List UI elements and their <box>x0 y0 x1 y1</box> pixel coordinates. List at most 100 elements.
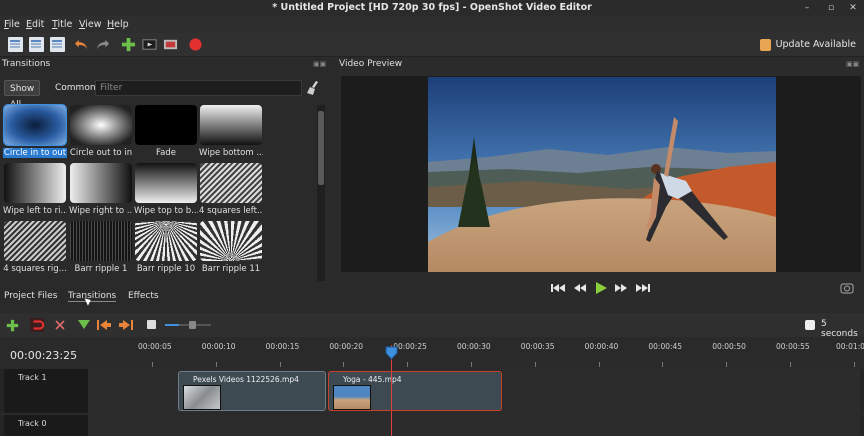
tab-effects[interactable]: Effects <box>128 291 159 301</box>
ruler-tick <box>471 362 472 367</box>
transitions-grid: Circle in to out Circle out to in Fade W… <box>3 104 315 281</box>
track-lane[interactable]: Pexels Videos 1122526.mp4 Yoga - 445.mp4 <box>88 369 860 413</box>
track-header[interactable]: Track 0 <box>4 415 88 436</box>
rewind-icon[interactable] <box>574 283 586 293</box>
transition-label: Circle out to in <box>69 148 133 158</box>
transition-label: Circle in to out <box>3 148 67 158</box>
transition-thumbnail <box>200 105 262 145</box>
transition-barr-ripple-1[interactable]: Barr ripple 1 <box>69 221 133 277</box>
restore-icon[interactable]: ▫ <box>824 2 838 14</box>
transition-wipe-left[interactable]: Wipe left to ri... <box>3 163 67 219</box>
profile-icon[interactable] <box>142 37 157 52</box>
transition-label: Barr ripple 1 <box>74 264 128 274</box>
dock-buttons[interactable]: ▣▣ <box>313 60 326 68</box>
ruler-tick <box>534 362 536 367</box>
clip-thumbnail <box>333 385 371 410</box>
scrollbar-thumb[interactable] <box>318 111 324 185</box>
transition-thumbnail <box>200 221 262 261</box>
title-bar: * Untitled Project [HD 720p 30 fps] - Op… <box>0 0 864 16</box>
common-button[interactable]: Common <box>50 80 101 96</box>
filter-input[interactable]: Filter <box>95 80 302 96</box>
update-label: Update Available <box>775 39 856 50</box>
ruler-tick <box>152 362 153 367</box>
update-icon <box>759 39 771 51</box>
ruler-tick-label: 00:01:0 <box>836 342 864 351</box>
export-icon[interactable] <box>188 37 203 52</box>
ruler-tick <box>343 362 345 367</box>
new-project-icon[interactable] <box>8 37 23 52</box>
zoom-slider-handle[interactable] <box>188 321 196 329</box>
transition-thumbnail <box>4 221 66 261</box>
menu-file-label: ile <box>8 19 20 30</box>
ruler-tick-label: 00:00:20 <box>329 342 364 351</box>
add-marker-icon[interactable] <box>78 320 90 330</box>
undo-icon[interactable] <box>74 37 89 52</box>
import-files-icon[interactable] <box>121 37 136 52</box>
previous-marker-icon[interactable] <box>97 319 111 331</box>
playhead-handle[interactable] <box>385 346 398 360</box>
transition-barr-ripple-11[interactable]: Barr ripple 11 <box>199 221 263 277</box>
show-all-button[interactable]: Show All <box>4 80 41 110</box>
clear-filter-icon[interactable] <box>306 80 320 96</box>
transition-thumbnail <box>70 105 132 145</box>
dock-buttons[interactable]: ▣▣ <box>846 60 859 68</box>
menu-title[interactable]: Title <box>52 19 72 30</box>
ruler-tick-label: 00:00:10 <box>201 342 236 351</box>
transition-thumbnail <box>70 163 132 203</box>
transition-wipe-top[interactable]: Wipe top to b... <box>134 163 198 219</box>
next-marker-icon[interactable] <box>119 319 133 331</box>
menu-view[interactable]: View <box>79 19 102 30</box>
track-header[interactable]: Track 1 <box>4 369 88 413</box>
timeline-ruler[interactable]: 00:00:23:25 00:00:05 00:00:10 00:00:15 00:0… <box>0 337 864 369</box>
track-lane[interactable] <box>88 415 860 436</box>
transition-thumbnail <box>70 221 132 261</box>
razor-icon[interactable] <box>54 319 66 331</box>
zoom-checkbox-icon[interactable] <box>805 320 815 330</box>
save-project-icon[interactable] <box>50 37 65 52</box>
add-track-icon[interactable] <box>6 319 19 332</box>
close-icon[interactable]: ✕ <box>846 2 860 14</box>
transitions-panel: Transitions ▣▣ Show All Common Filter Ci… <box>0 58 333 288</box>
ruler-tick-label: 00:00:45 <box>648 342 683 351</box>
transition-4-squares-right[interactable]: 4 squares rig... <box>3 221 67 277</box>
play-icon[interactable] <box>594 281 608 295</box>
transition-label: Wipe right to ... <box>69 206 133 216</box>
clip-pexels[interactable]: Pexels Videos 1122526.mp4 <box>178 371 326 411</box>
transition-barr-ripple-10[interactable]: Barr ripple 10 <box>134 221 198 277</box>
center-timeline-icon[interactable] <box>147 320 156 329</box>
transition-circle-in-to-out[interactable]: Circle in to out <box>3 104 67 161</box>
update-available-button[interactable]: Update Available <box>759 37 856 53</box>
redo-icon[interactable] <box>95 37 110 52</box>
menu-help[interactable]: Help <box>107 19 129 30</box>
transition-wipe-right[interactable]: Wipe right to ... <box>69 163 133 219</box>
menu-view-label: iew <box>85 19 102 30</box>
transition-circle-out-to-in[interactable]: Circle out to in <box>69 105 133 161</box>
transition-thumbnail <box>4 163 66 203</box>
clip-yoga[interactable]: Yoga - 445.mp4 <box>328 371 502 411</box>
tab-transitions[interactable]: Transitions <box>68 291 117 302</box>
transition-fade[interactable]: Fade <box>134 105 198 161</box>
track-name: Track 1 <box>18 373 47 382</box>
transition-4-squares-left[interactable]: 4 squares left... <box>199 163 263 219</box>
tab-project-files[interactable]: Project Files <box>4 291 57 301</box>
minimize-icon[interactable]: – <box>800 2 814 14</box>
transition-wipe-bottom[interactable]: Wipe bottom ... <box>199 105 263 161</box>
jump-end-icon[interactable] <box>636 283 650 293</box>
fast-forward-icon[interactable] <box>615 283 627 293</box>
ruler-tick <box>726 362 728 367</box>
menu-file[interactable]: File <box>4 19 20 30</box>
menu-edit[interactable]: Edit <box>26 19 44 30</box>
transition-label: Wipe left to ri... <box>3 206 67 216</box>
transitions-scrollbar[interactable] <box>317 105 325 281</box>
ruler-tick <box>790 362 791 367</box>
jump-start-icon[interactable] <box>551 283 565 293</box>
video-preview-panel: Video Preview ▣▣ <box>338 58 864 308</box>
zoom-slider[interactable] <box>165 321 211 329</box>
capture-frame-icon[interactable] <box>840 282 854 294</box>
open-project-icon[interactable] <box>29 37 44 52</box>
clip-name: Pexels Videos 1122526.mp4 <box>193 375 299 384</box>
video-frame <box>428 77 776 272</box>
snapping-icon[interactable] <box>30 318 44 332</box>
timecode-display: 00:00:23:25 <box>10 349 78 362</box>
fullscreen-icon[interactable] <box>163 37 178 52</box>
